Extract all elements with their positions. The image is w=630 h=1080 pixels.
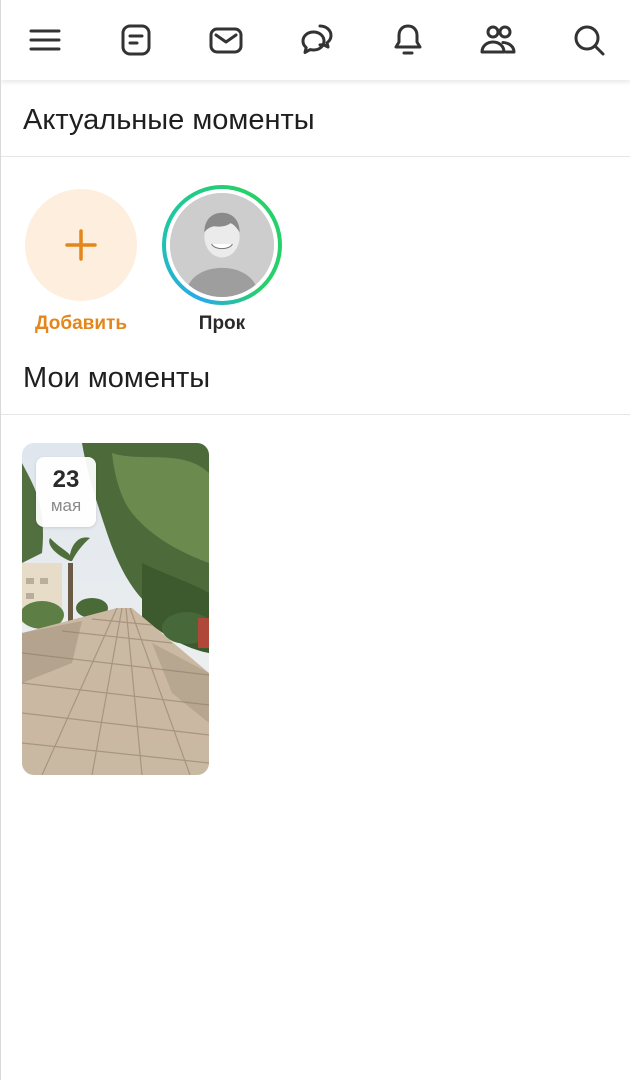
add-moment-label: Добавить xyxy=(34,313,128,334)
plus-icon xyxy=(65,229,97,261)
date-month: мая xyxy=(50,496,82,515)
add-moment-button[interactable]: Добавить xyxy=(21,189,141,335)
chat-button[interactable] xyxy=(295,18,339,62)
user-moment-name: Прок xyxy=(198,313,246,334)
my-moment-card[interactable]: 23 мая xyxy=(22,443,209,775)
top-toolbar xyxy=(1,0,630,80)
bell-icon xyxy=(394,24,422,55)
add-moment-circle xyxy=(25,189,137,301)
moments-screen: Актуальные моменты Добавить Прок Мои мом… xyxy=(0,0,630,1080)
date-day: 23 xyxy=(52,466,80,493)
menu-icon xyxy=(29,29,61,51)
actual-moments-title: Актуальные моменты xyxy=(23,104,315,136)
chat-icon xyxy=(301,24,333,54)
default-avatar-icon xyxy=(170,193,274,297)
mail-icon xyxy=(209,27,243,54)
friends-icon xyxy=(480,25,516,54)
notifications-button[interactable] xyxy=(386,18,430,62)
date-badge: 23 мая xyxy=(36,457,96,527)
feed-icon xyxy=(121,24,151,56)
mail-button[interactable] xyxy=(204,18,248,62)
search-icon xyxy=(574,25,605,56)
section-divider xyxy=(1,156,630,157)
feed-button[interactable] xyxy=(114,18,158,62)
moment-ring xyxy=(162,185,282,305)
avatar xyxy=(170,193,274,297)
search-button[interactable] xyxy=(567,18,611,62)
user-moment[interactable]: Прок xyxy=(162,185,282,335)
friends-button[interactable] xyxy=(476,18,520,62)
menu-button[interactable] xyxy=(23,18,67,62)
section-divider xyxy=(1,414,630,415)
my-moments-title: Мои моменты xyxy=(23,362,211,394)
